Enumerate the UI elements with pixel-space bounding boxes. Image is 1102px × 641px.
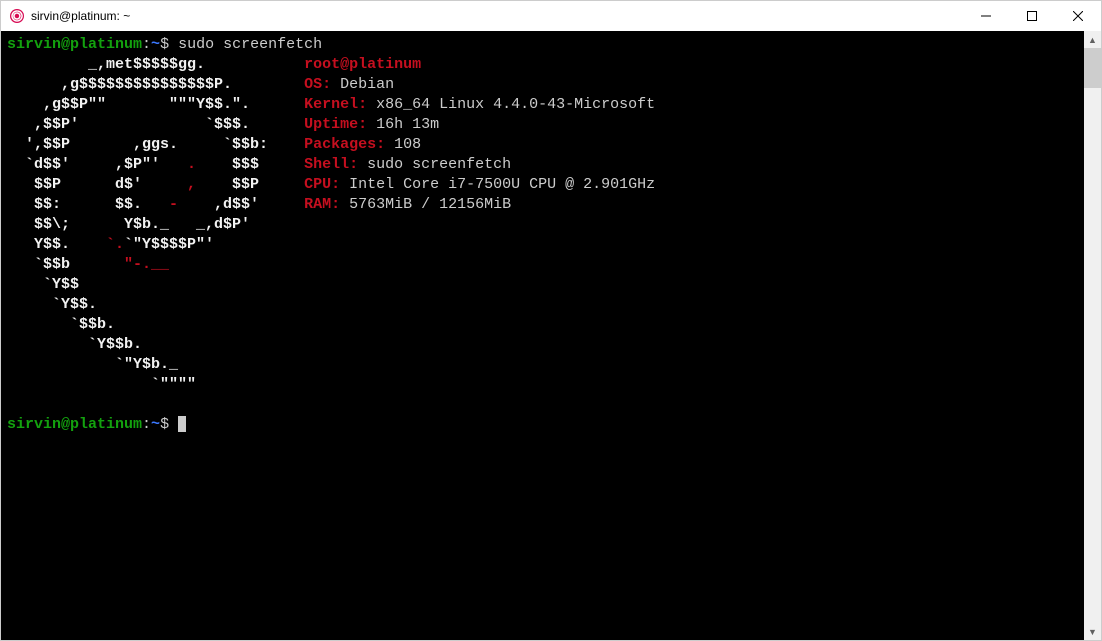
command-text: sudo screenfetch: [178, 36, 322, 53]
logo-line: `Y$$.: [7, 296, 304, 313]
prompt-dollar: $: [160, 36, 178, 53]
terminal-window: sirvin@platinum: ~ sirvin@platinum:~$ su…: [0, 0, 1102, 641]
logo-accent: .: [187, 156, 196, 173]
kernel-value: x86_64 Linux 4.4.0-43-Microsoft: [367, 96, 655, 113]
scroll-thumb[interactable]: [1084, 48, 1101, 88]
prompt-colon: :: [142, 416, 151, 433]
logo-line: ',$$P ,ggs. `$$b:: [7, 136, 304, 153]
shell-value: sudo screenfetch: [358, 156, 511, 173]
uptime-value: 16h 13m: [367, 116, 439, 133]
shell-label: Shell:: [304, 156, 358, 173]
prompt-path: ~: [151, 416, 160, 433]
ram-label: RAM:: [304, 196, 340, 213]
logo-line: `$$b "-.__: [7, 256, 295, 273]
logo-accent: "-.__: [124, 256, 169, 273]
titlebar[interactable]: sirvin@platinum: ~: [1, 1, 1101, 31]
close-button[interactable]: [1055, 1, 1101, 31]
info-host: platinum: [349, 56, 421, 73]
scrollbar[interactable]: ▲ ▼: [1084, 31, 1101, 640]
logo-line: `"Y$b._: [7, 356, 304, 373]
info-at: @: [340, 56, 349, 73]
logo-line: `Y$$b.: [7, 336, 304, 353]
logo-line: `Y$$: [7, 276, 304, 293]
scroll-up-icon[interactable]: ▲: [1084, 31, 1101, 48]
cpu-value: Intel Core i7-7500U CPU @ 2.901GHz: [340, 176, 655, 193]
logo-line: $$P d$' , $$P: [7, 176, 304, 193]
app-icon: [9, 8, 25, 24]
terminal-area: sirvin@platinum:~$ sudo screenfetch _,me…: [1, 31, 1101, 640]
logo-line: `$$b.: [7, 316, 304, 333]
logo-accent: ,: [187, 176, 196, 193]
uptime-label: Uptime:: [304, 116, 367, 133]
prompt-dollar: $: [160, 416, 178, 433]
logo-accent: -: [169, 196, 178, 213]
minimize-button[interactable]: [963, 1, 1009, 31]
logo-line: ,g$$$$$$$$$$$$$$$P.: [7, 76, 304, 93]
logo-line: $$: $$. - ,d$$': [7, 196, 304, 213]
logo-line: `"""": [7, 376, 304, 393]
prompt-userhost: sirvin@platinum: [7, 416, 142, 433]
logo-line: `d$$' ,$P"' . $$$: [7, 156, 304, 173]
cursor: [178, 416, 186, 432]
cpu-label: CPU:: [304, 176, 340, 193]
info-user: root: [304, 56, 340, 73]
logo-line: Y$$. `.`"Y$$$$P"': [7, 236, 295, 253]
logo-line: $$\; Y$b._ _,d$P': [7, 216, 304, 233]
ram-value: 5763MiB / 12156MiB: [340, 196, 511, 213]
prompt-userhost: sirvin@platinum: [7, 36, 142, 53]
prompt-path: ~: [151, 36, 160, 53]
scroll-down-icon[interactable]: ▼: [1084, 623, 1101, 640]
logo-line: _,met$$$$$gg.: [7, 56, 304, 73]
window-title: sirvin@platinum: ~: [31, 9, 130, 23]
os-label: OS:: [304, 76, 331, 93]
kernel-label: Kernel:: [304, 96, 367, 113]
terminal-output[interactable]: sirvin@platinum:~$ sudo screenfetch _,me…: [1, 31, 1084, 640]
logo-accent: `.: [106, 236, 124, 253]
maximize-button[interactable]: [1009, 1, 1055, 31]
os-value: Debian: [331, 76, 394, 93]
prompt-colon: :: [142, 36, 151, 53]
logo-line: ,g$$P"" """Y$$.".: [7, 96, 304, 113]
logo-line: ,$$P' `$$$.: [7, 116, 304, 133]
packages-label: Packages:: [304, 136, 385, 153]
packages-value: 108: [385, 136, 421, 153]
